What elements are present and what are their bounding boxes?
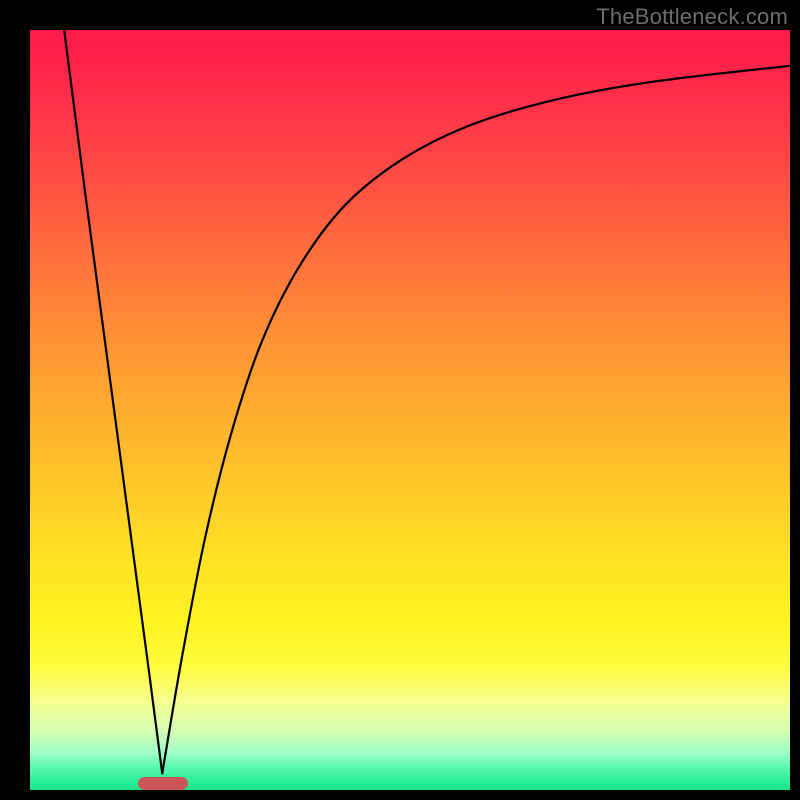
watermark-text: TheBottleneck.com bbox=[596, 4, 788, 30]
plot-area bbox=[30, 30, 790, 790]
chart-frame: TheBottleneck.com bbox=[0, 0, 800, 800]
optimum-marker bbox=[138, 777, 188, 790]
curve-right-ascend bbox=[162, 66, 790, 774]
curve-left-descent bbox=[64, 30, 162, 773]
bottleneck-curve bbox=[30, 30, 790, 790]
